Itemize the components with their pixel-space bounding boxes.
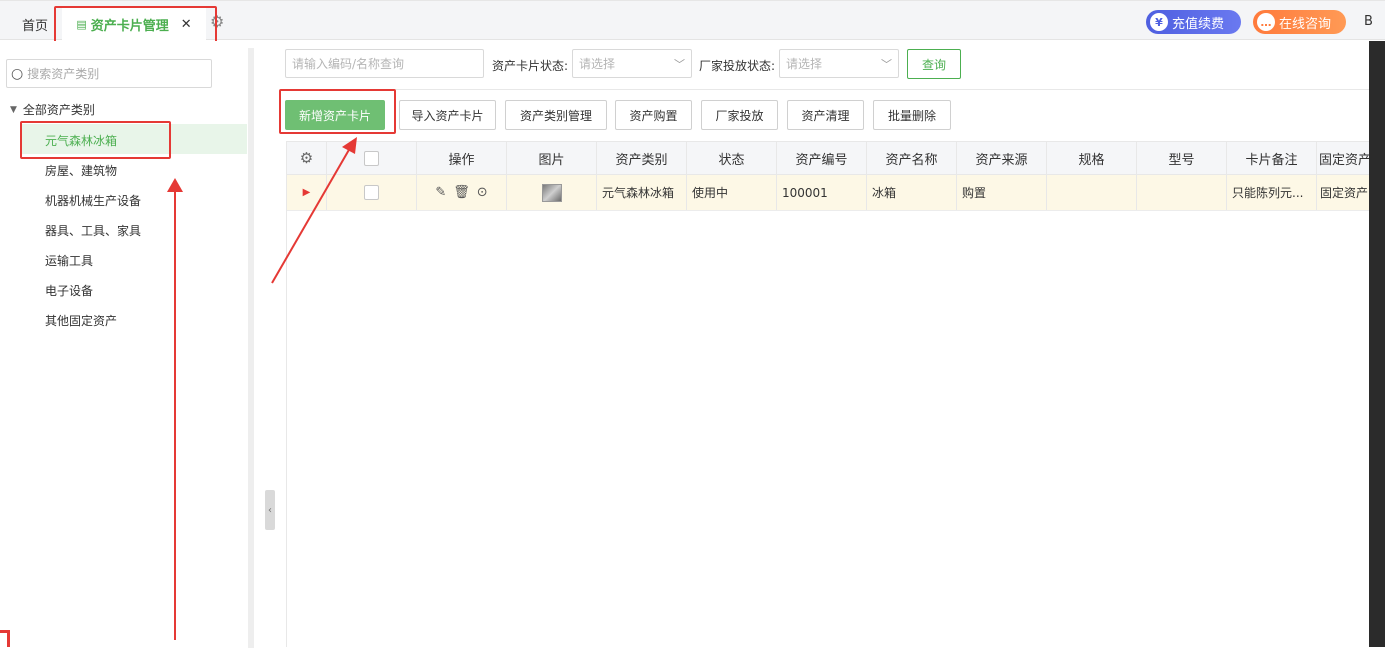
row-select[interactable] (327, 175, 417, 210)
asset-thumbnail[interactable] (541, 183, 562, 202)
batch-delete-button[interactable]: 批量删除 (873, 100, 951, 130)
card-status-select[interactable]: 请选择 ﹀ (572, 49, 692, 78)
category-manage-button[interactable]: 资产类别管理 (505, 100, 607, 130)
tree-item[interactable]: 运输工具 (45, 252, 93, 269)
vendor-status-label: 厂家投放状态: (699, 59, 776, 73)
cell-category: 元气森林冰箱 (597, 175, 687, 210)
consult-label: 在线咨询 (1279, 16, 1332, 32)
tree-item[interactable]: 房屋、建筑物 (45, 162, 117, 179)
tree-root[interactable]: ▼ 全部资产类别 (10, 101, 95, 118)
caret-right-icon: ▶ (302, 187, 311, 198)
caret-down-icon[interactable]: ▼ (10, 105, 17, 115)
query-button[interactable]: 查询 (907, 49, 961, 79)
tree-item[interactable]: 机器机械生产设备 (45, 192, 141, 209)
table-row[interactable]: ▶ ✎ 🗑 ⊙ 元气森林冰箱 使用中 100001 冰箱 购置 只能陈列元...… (287, 175, 1371, 211)
cell-name: 冰箱 (867, 175, 957, 210)
column-header: 卡片备注 (1227, 142, 1317, 174)
tree-item[interactable]: 其他固定资产 (45, 312, 117, 329)
recharge-button[interactable]: ¥ 充值续费 (1146, 10, 1241, 34)
cell-remark: 只能陈列元... (1227, 175, 1317, 210)
column-header: 图片 (507, 142, 597, 174)
window-edge (1369, 41, 1385, 647)
row-indicator: ▶ (287, 175, 327, 210)
tree-item[interactable]: 器具、工具、家具 (45, 222, 141, 239)
cell-spec (1047, 175, 1137, 210)
chevron-down-icon: ﹀ (674, 57, 685, 71)
gear-icon[interactable]: ⚙ (300, 149, 313, 167)
annotation-box-tree (20, 121, 171, 159)
category-search[interactable]: ○ (6, 59, 212, 88)
select-all[interactable] (327, 142, 417, 174)
asset-clear-button[interactable]: 资产清理 (787, 100, 864, 130)
code-name-search-input[interactable] (285, 49, 484, 78)
cell-code: 100001 (777, 175, 867, 210)
column-header: 规格 (1047, 142, 1137, 174)
tree-root-label: 全部资产类别 (22, 103, 95, 117)
tab-bar: 首页 ▤ 资产卡片管理 ✕ ⚙ ¥ 充值续费 … 在线咨询 B (0, 0, 1385, 44)
column-header: 资产来源 (957, 142, 1047, 174)
column-header: 资产名称 (867, 142, 957, 174)
column-settings[interactable]: ⚙ (287, 142, 327, 174)
row-image[interactable] (507, 175, 597, 210)
select-all-checkbox[interactable] (364, 150, 379, 166)
truncated-top-item[interactable]: B (1364, 14, 1373, 29)
annotation-box-tab (54, 6, 217, 44)
category-sidebar: ○ ▼ 全部资产类别 元气森林冰箱 房屋、建筑物 机器机械生产设备 器具、工具、… (0, 41, 248, 647)
card-status-value: 请选择 (579, 57, 616, 71)
trash-icon[interactable]: 🗑 (453, 185, 470, 200)
column-header: 操作 (417, 142, 507, 174)
cell-fixed: 固定资产 (1317, 175, 1371, 210)
recharge-label: 充值续费 (1172, 16, 1225, 32)
vendor-status-value: 请选择 (786, 57, 823, 71)
import-asset-card-button[interactable]: 导入资产卡片 (399, 100, 496, 130)
vendor-status-select[interactable]: 请选择 ﹀ (779, 49, 899, 78)
edit-icon[interactable]: ✎ (435, 185, 446, 200)
cell-status: 使用中 (687, 175, 777, 210)
annotation-box-add-button (279, 89, 396, 134)
divider (285, 89, 1370, 90)
row-actions: ✎ 🗑 ⊙ (417, 175, 507, 210)
column-header: 状态 (687, 142, 777, 174)
cell-model (1137, 175, 1227, 210)
tree-item[interactable]: 电子设备 (45, 282, 93, 299)
annotation-corner-mark (0, 630, 10, 647)
category-search-input[interactable] (27, 66, 198, 81)
column-header: 资产编号 (777, 142, 867, 174)
chevron-left-icon: ‹ (268, 504, 272, 516)
main-content: 资产卡片状态: 请选择 ﹀ 厂家投放状态: 请选择 ﹀ 查询 新增资产卡片 导入… (279, 41, 1371, 647)
vendor-place-button[interactable]: 厂家投放 (701, 100, 778, 130)
row-checkbox[interactable] (364, 185, 379, 200)
asset-purchase-button[interactable]: 资产购置 (615, 100, 692, 130)
column-header: 固定资产 (1317, 142, 1371, 174)
column-header: 资产类别 (597, 142, 687, 174)
asset-table: ⚙ 操作 图片 资产类别 状态 资产编号 资产名称 资产来源 规格 型号 卡片备… (286, 141, 1371, 647)
card-status-label: 资产卡片状态: (492, 59, 569, 73)
table-header: ⚙ 操作 图片 资产类别 状态 资产编号 资产名称 资产来源 规格 型号 卡片备… (287, 141, 1371, 175)
search-icon: ○ (11, 65, 24, 82)
sidebar-scrollbar[interactable] (248, 48, 254, 648)
chat-icon: … (1257, 13, 1275, 31)
cell-source: 购置 (957, 175, 1047, 210)
column-header: 型号 (1137, 142, 1227, 174)
chevron-down-icon: ﹀ (881, 57, 892, 71)
tab-home[interactable]: 首页 (22, 15, 48, 34)
money-bag-icon: ¥ (1150, 13, 1168, 31)
collapse-sidebar-handle[interactable]: ‹ (265, 490, 275, 530)
more-icon[interactable]: ⊙ (477, 185, 488, 200)
online-consult-button[interactable]: … 在线咨询 (1253, 10, 1346, 34)
